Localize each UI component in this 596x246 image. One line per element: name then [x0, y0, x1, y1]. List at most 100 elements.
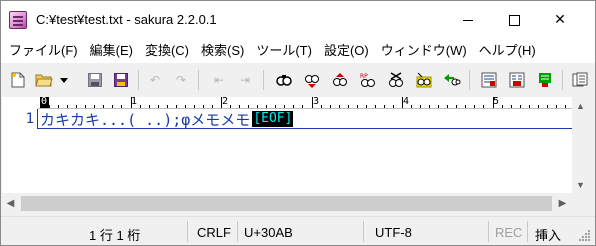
- save-icon[interactable]: [86, 71, 104, 89]
- ruler-tick: [130, 97, 132, 108]
- menu-convert[interactable]: 変換(C): [139, 40, 195, 62]
- line-ending: CRLF: [197, 225, 231, 240]
- sakura-app-icon[interactable]: [9, 11, 27, 29]
- ruler-tick: [221, 97, 222, 108]
- encoding[interactable]: UTF-8: [375, 225, 412, 240]
- menu-settings[interactable]: 設定(O): [318, 40, 375, 62]
- maximize-icon: [508, 14, 520, 26]
- ruler-tick: [483, 105, 485, 108]
- new-file-icon[interactable]: [9, 71, 27, 89]
- tag-jump-icon[interactable]: [536, 71, 554, 89]
- ruler: 0 1 2 3 4 5: [38, 97, 588, 109]
- menu-tools[interactable]: ツール(T): [250, 40, 318, 62]
- svg-text:RP: RP: [360, 73, 368, 80]
- ruler-tick: [302, 105, 304, 108]
- status-separator: [363, 221, 364, 242]
- scroll-down-icon[interactable]: ▼: [572, 176, 589, 193]
- outline-icon[interactable]: [480, 71, 498, 89]
- ruler-tick: [420, 105, 422, 108]
- clear-mark-icon[interactable]: [387, 71, 405, 89]
- minimize-button[interactable]: [445, 1, 491, 39]
- toolbar-separator: [138, 70, 139, 90]
- char-code: U+30AB: [244, 225, 293, 240]
- search-prev-icon[interactable]: [331, 71, 349, 89]
- gutter-divider: [37, 109, 38, 129]
- vertical-scrollbar[interactable]: ▲ ▼: [572, 97, 589, 193]
- text-line[interactable]: カキカキ...( ..);φメモメモ [EOF]: [40, 110, 294, 129]
- ruler-tick: [438, 105, 440, 108]
- status-separator: [527, 221, 528, 242]
- toolbar-separator: [198, 70, 199, 90]
- scroll-left-icon[interactable]: ◀: [2, 195, 19, 212]
- scroll-right-icon[interactable]: ▶: [554, 195, 571, 212]
- status-separator: [488, 221, 489, 242]
- menu-edit[interactable]: 編集(E): [84, 40, 139, 62]
- ruler-tick: [465, 105, 467, 108]
- ruler-tick: [284, 105, 286, 108]
- menu-help[interactable]: ヘルプ(H): [473, 40, 542, 62]
- ruler-label: 3: [313, 97, 320, 107]
- ruler-tick: [537, 105, 539, 108]
- ruler-tick: [510, 105, 512, 108]
- toolbar-separator: [263, 70, 264, 90]
- window-title: C:¥test¥test.txt - sakura 2.2.0.1: [36, 12, 217, 27]
- ruler-tick: [564, 105, 566, 108]
- jump-back-icon[interactable]: ⇤: [210, 71, 228, 89]
- save-as-icon[interactable]: [112, 71, 130, 89]
- grep-icon[interactable]: [443, 71, 461, 89]
- search-next-icon[interactable]: [303, 71, 321, 89]
- jump-forward-icon[interactable]: ⇥: [236, 71, 254, 89]
- redo-icon[interactable]: ↷: [172, 71, 190, 89]
- ruler-label: 0: [41, 97, 48, 107]
- toolbar: ↶ ↷ ⇤ ⇥ RP: [1, 63, 595, 97]
- app-window: C:¥test¥test.txt - sakura 2.2.0.1 ✕ ファイル…: [0, 0, 596, 246]
- search-icon[interactable]: [275, 71, 293, 89]
- cursor-position: 1 行 1 桁: [89, 228, 141, 243]
- ruler-label: 2: [222, 97, 229, 107]
- ruler-label: 4: [403, 97, 410, 107]
- ruler-tick: [447, 105, 449, 108]
- ruler-tick: [275, 105, 277, 108]
- menu-search[interactable]: 検索(S): [195, 40, 250, 62]
- dropdown-arrow-icon[interactable]: [59, 71, 69, 89]
- ruler-tick: [492, 97, 494, 108]
- settings-icon[interactable]: [571, 71, 589, 89]
- undo-icon[interactable]: ↶: [146, 71, 164, 89]
- ruler-tick: [374, 105, 376, 108]
- ruler-tick: [546, 105, 548, 108]
- ruler-tick: [320, 105, 322, 108]
- maximize-button[interactable]: [491, 1, 537, 39]
- status-separator: [237, 221, 238, 242]
- horizontal-scroll-thumb[interactable]: [21, 196, 552, 211]
- ruler-tick: [402, 97, 403, 108]
- scroll-up-icon[interactable]: ▲: [572, 97, 589, 114]
- close-button[interactable]: ✕: [537, 1, 583, 39]
- title-bar[interactable]: C:¥test¥test.txt - sakura 2.2.0.1 ✕: [1, 1, 595, 39]
- compare-icon[interactable]: [508, 71, 526, 89]
- resize-grip-icon[interactable]: [579, 230, 591, 242]
- menu-file[interactable]: ファイル(F): [3, 40, 84, 62]
- ruler-tick: [383, 105, 385, 108]
- line-text: カキカキ...( ..);φメモメモ: [40, 110, 251, 129]
- rec-indicator: REC: [495, 225, 523, 240]
- open-folder-icon[interactable]: [35, 71, 53, 89]
- bookmark-icon[interactable]: [415, 71, 433, 89]
- ruler-tick: [429, 105, 431, 108]
- ruler-tick: [456, 105, 458, 108]
- eof-marker: [EOF]: [252, 111, 294, 127]
- editor-area[interactable]: 0 1 2 3 4 5 1 カキカキ...( ..);φメモメモ [EOF]: [2, 97, 588, 193]
- ruler-tick: [474, 105, 476, 108]
- ruler-tick: [338, 105, 340, 108]
- line-number: 1: [25, 111, 34, 127]
- ruler-tick: [365, 105, 367, 108]
- horizontal-scrollbar[interactable]: ◀ ▶: [2, 193, 572, 214]
- ruler-tick: [411, 105, 413, 108]
- replace-icon[interactable]: RP: [359, 71, 377, 89]
- menu-window[interactable]: ウィンドウ(W): [375, 40, 473, 62]
- menu-bar: ファイル(F) 編集(E) 変換(C) 検索(S) ツール(T) 設定(O) ウ…: [1, 39, 595, 63]
- ruler-tick: [356, 105, 358, 108]
- ruler-tick: [266, 105, 268, 108]
- ruler-tick: [519, 105, 521, 108]
- ruler-tick: [329, 105, 331, 108]
- toolbar-separator: [469, 70, 470, 90]
